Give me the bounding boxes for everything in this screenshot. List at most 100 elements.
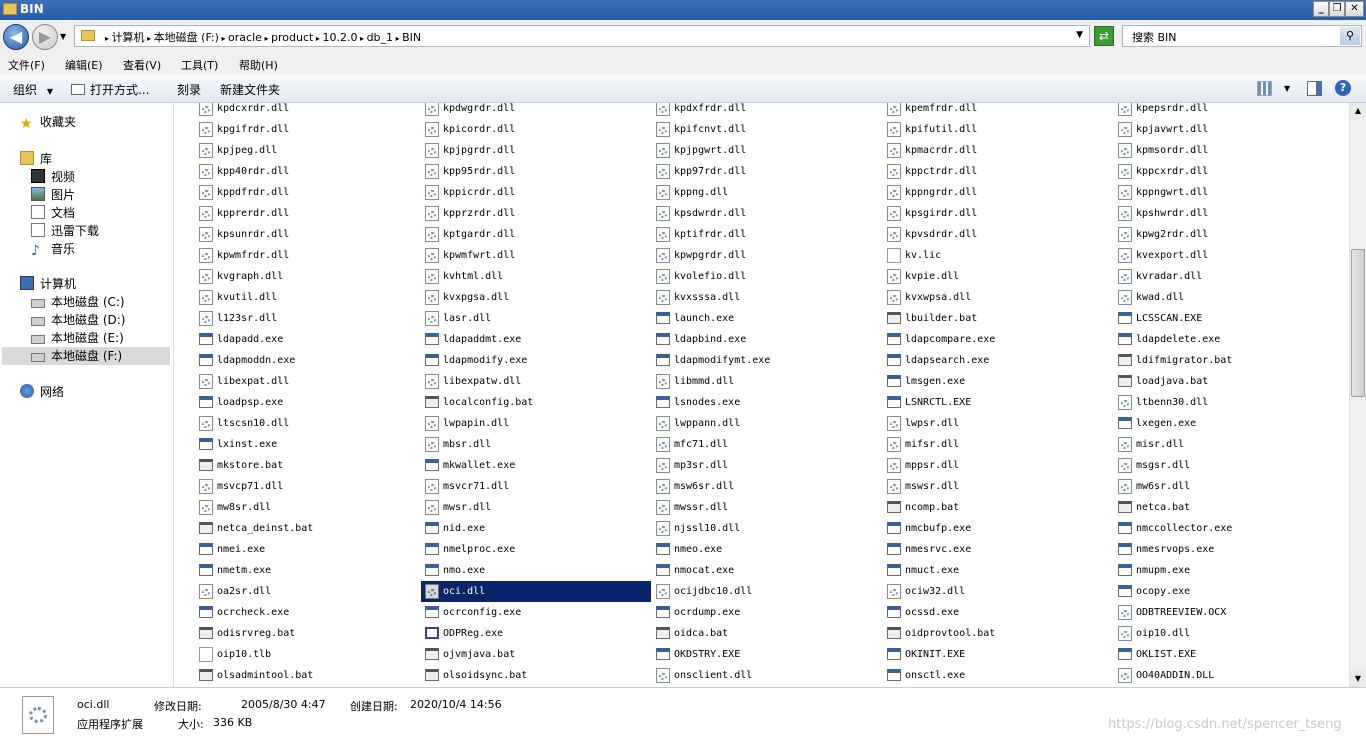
file-item[interactable]: lasr.dll xyxy=(421,308,651,329)
file-item[interactable]: kpwmfrdr.dll xyxy=(195,245,425,266)
file-item[interactable]: netca_deinst.bat xyxy=(195,518,425,539)
file-item[interactable]: kppctrdr.dll xyxy=(883,161,1113,182)
file-item[interactable]: olsadmintool.bat xyxy=(195,665,425,686)
file-item[interactable]: kpsgirdr.dll xyxy=(883,203,1113,224)
file-item[interactable]: nmccollector.exe xyxy=(1114,518,1344,539)
nav-music[interactable]: ♪ 音乐 xyxy=(31,240,75,259)
scroll-up-button[interactable]: ▲ xyxy=(1350,103,1366,119)
breadcrumb-item[interactable]: 计算机 xyxy=(112,31,145,44)
file-item[interactable]: oip10.tlb xyxy=(195,644,425,665)
file-item[interactable]: kpmsordr.dll xyxy=(1114,140,1344,161)
breadcrumb-item[interactable]: BIN xyxy=(402,31,421,44)
file-item[interactable]: olsoidsync.bat xyxy=(421,665,651,686)
file-item[interactable]: kvpie.dll xyxy=(883,266,1113,287)
file-item[interactable]: nmuct.exe xyxy=(883,560,1113,581)
search-input[interactable]: 搜索 BIN ⚲ xyxy=(1122,25,1362,47)
breadcrumb-item[interactable]: product xyxy=(271,31,313,44)
file-item[interactable]: kpwg2rdr.dll xyxy=(1114,224,1344,245)
file-item[interactable]: misr.dll xyxy=(1114,434,1344,455)
file-item[interactable]: kppng.dll xyxy=(652,182,882,203)
file-item[interactable]: kvexport.dll xyxy=(1114,245,1344,266)
new-folder-button[interactable]: 新建文件夹 xyxy=(220,81,280,98)
file-item[interactable]: kpdxfrdr.dll xyxy=(652,103,882,119)
menu-help[interactable]: 帮助(H) xyxy=(239,57,278,73)
nav-videos[interactable]: 视频 xyxy=(31,168,75,186)
file-item[interactable]: kpvsdrdr.dll xyxy=(883,224,1113,245)
file-item[interactable]: kvxpgsa.dll xyxy=(421,287,651,308)
breadcrumb-item[interactable]: oracle xyxy=(228,31,262,44)
file-item[interactable]: kpjpeg.dll xyxy=(195,140,425,161)
file-item[interactable]: OO40ADDIN.DLL xyxy=(1114,665,1344,686)
file-item[interactable]: kvhtml.dll xyxy=(421,266,651,287)
file-item[interactable]: ocrcheck.exe xyxy=(195,602,425,623)
file-item[interactable]: kpjavwrt.dll xyxy=(1114,119,1344,140)
file-item[interactable]: kpemfrdr.dll xyxy=(883,103,1113,119)
breadcrumb-item[interactable]: db_1 xyxy=(367,31,393,44)
file-item[interactable]: ldifmigrator.bat xyxy=(1114,350,1344,371)
file-item[interactable]: OKINIT.EXE xyxy=(883,644,1113,665)
file-item[interactable]: kpgifrdr.dll xyxy=(195,119,425,140)
menu-edit[interactable]: 编辑(E) xyxy=(65,57,103,73)
breadcrumb-separator-icon[interactable]: ▸ xyxy=(145,34,154,43)
file-item[interactable]: lwppann.dll xyxy=(652,413,882,434)
file-item[interactable]: lxinst.exe xyxy=(195,434,425,455)
nav-drive-e[interactable]: 本地磁盘 (E:) xyxy=(31,329,124,347)
file-item[interactable]: kpshwrdr.dll xyxy=(1114,203,1344,224)
file-item[interactable]: kv.lic xyxy=(883,245,1113,266)
nav-computer[interactable]: 计算机 xyxy=(20,275,76,293)
file-item[interactable]: kvxwpsa.dll xyxy=(883,287,1113,308)
file-item[interactable]: onsctl.exe xyxy=(883,665,1113,686)
file-item[interactable]: ldapaddmt.exe xyxy=(421,329,651,350)
file-item[interactable]: kpepsrdr.dll xyxy=(1114,103,1344,119)
file-item[interactable]: nmesrvc.exe xyxy=(883,539,1113,560)
file-item[interactable]: kpmacrdr.dll xyxy=(883,140,1113,161)
file-item[interactable]: localconfig.bat xyxy=(421,392,651,413)
file-item[interactable]: mppsr.dll xyxy=(883,455,1113,476)
file-item[interactable]: mifsr.dll xyxy=(883,434,1113,455)
file-item[interactable]: launch.exe xyxy=(652,308,882,329)
breadcrumb-item[interactable]: 本地磁盘 (F:) xyxy=(154,31,219,44)
file-item[interactable]: l123sr.dll xyxy=(195,308,425,329)
file-item[interactable]: kpp97rdr.dll xyxy=(652,161,882,182)
file-list[interactable]: kpdcxrdr.dll kpdwgrdr.dll kpdxfrdr.dll kpem… xyxy=(175,103,1349,687)
file-item[interactable]: mwssr.dll xyxy=(652,497,882,518)
menu-file[interactable]: 文件(F) xyxy=(8,57,45,73)
file-item[interactable]: nmei.exe xyxy=(195,539,425,560)
file-item[interactable]: oidca.bat xyxy=(652,623,882,644)
file-item[interactable]: nmeo.exe xyxy=(652,539,882,560)
file-item[interactable]: kpifutil.dll xyxy=(883,119,1113,140)
menu-view[interactable]: 查看(V) xyxy=(123,57,161,73)
file-item[interactable]: OKDSTRY.EXE xyxy=(652,644,882,665)
file-item[interactable]: ldapadd.exe xyxy=(195,329,425,350)
file-item[interactable]: ocssd.exe xyxy=(883,602,1113,623)
close-button[interactable]: ✕ xyxy=(1345,1,1364,17)
file-item[interactable]: oidprovtool.bat xyxy=(883,623,1113,644)
address-dropdown-icon[interactable]: ▼ xyxy=(1076,30,1083,40)
file-item[interactable]: loadjava.bat xyxy=(1114,371,1344,392)
file-item[interactable]: msw6sr.dll xyxy=(652,476,882,497)
address-bar[interactable]: ▸ 计算机 ▸ 本地磁盘 (F:) ▸ oracle ▸ product ▸ 1… xyxy=(74,25,1090,47)
file-item[interactable]: LSNRCTL.EXE xyxy=(883,392,1113,413)
file-item[interactable]: mw8sr.dll xyxy=(195,497,425,518)
file-item[interactable]: oci.dll xyxy=(421,581,651,602)
file-item[interactable]: kvutil.dll xyxy=(195,287,425,308)
file-item[interactable]: nmupm.exe xyxy=(1114,560,1344,581)
file-item[interactable]: kppngrdr.dll xyxy=(883,182,1113,203)
file-item[interactable]: ldapbind.exe xyxy=(652,329,882,350)
file-item[interactable]: ldapmodifymt.exe xyxy=(652,350,882,371)
file-item[interactable]: nid.exe xyxy=(421,518,651,539)
burn-button[interactable]: 刻录 xyxy=(177,81,201,98)
file-item[interactable]: kppcxrdr.dll xyxy=(1114,161,1344,182)
file-item[interactable]: mkwallet.exe xyxy=(421,455,651,476)
file-item[interactable]: nmcbufp.exe xyxy=(883,518,1113,539)
file-item[interactable]: mswsr.dll xyxy=(883,476,1113,497)
file-item[interactable]: msvcp71.dll xyxy=(195,476,425,497)
file-item[interactable]: nmesrvops.exe xyxy=(1114,539,1344,560)
view-options-icon[interactable] xyxy=(1257,81,1272,96)
file-item[interactable]: lsnodes.exe xyxy=(652,392,882,413)
file-item[interactable]: mfc71.dll xyxy=(652,434,882,455)
file-item[interactable]: kpicordr.dll xyxy=(421,119,651,140)
back-button[interactable]: ◀ xyxy=(3,24,29,50)
preview-pane-icon[interactable] xyxy=(1307,81,1322,96)
file-item[interactable]: nmetm.exe xyxy=(195,560,425,581)
